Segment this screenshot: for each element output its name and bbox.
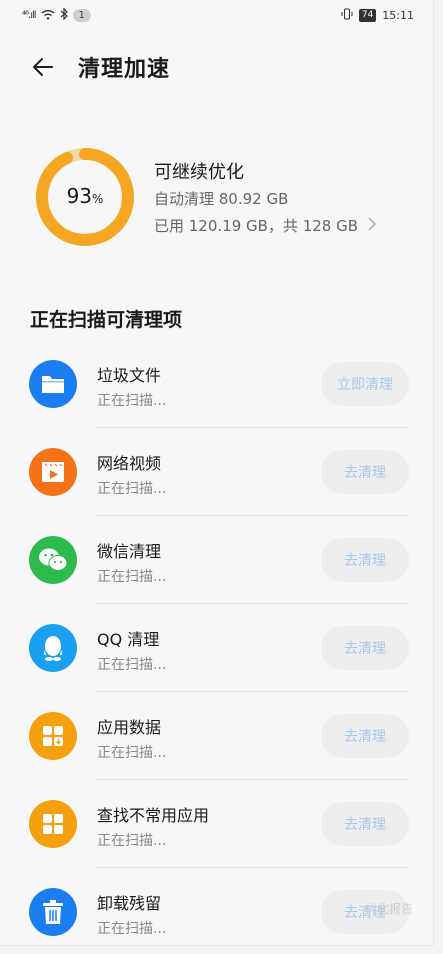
list-item[interactable]: 网络视频正在扫描... 去清理: [0, 428, 434, 516]
clean-button[interactable]: 去清理: [321, 802, 409, 846]
trash-icon: [29, 888, 77, 936]
storage-summary: 93% 可继续优化 自动清理 80.92 GB 已用 120.19 GB，共 1…: [0, 140, 434, 250]
clean-button[interactable]: 立即清理: [321, 362, 409, 406]
item-title: 垃圾文件: [97, 366, 162, 385]
apps-grid-icon: [29, 800, 77, 848]
signal-icon: ⁴⁶.ıll: [22, 10, 36, 21]
notification-badge: 1: [72, 9, 91, 22]
item-title: 应用数据: [97, 718, 162, 737]
storage-usage-link[interactable]: 已用 120.19 GB，共 128 GB: [154, 215, 377, 236]
wifi-icon: [41, 9, 55, 23]
status-right: 74 15:11: [341, 8, 414, 23]
app-header: 清理加速: [0, 40, 434, 96]
list-item[interactable]: 查找不常用应用 正在扫描... 去清理: [0, 780, 434, 868]
storage-usage-text: 已用 120.19 GB，共 128 GB: [154, 217, 359, 235]
clean-button[interactable]: 去清理: [321, 450, 409, 494]
item-status: 正在扫描...: [97, 745, 167, 761]
clean-button[interactable]: 去清理: [321, 714, 409, 758]
back-arrow-icon[interactable]: [28, 52, 58, 82]
vibrate-icon: [341, 8, 353, 23]
item-title: 微信清理: [97, 542, 162, 561]
item-title: 网络视频: [97, 454, 162, 473]
qq-icon: [29, 624, 77, 672]
item-title: 卸载残留: [97, 894, 162, 913]
summary-headline: 可继续优化: [154, 162, 244, 183]
item-status: 正在扫描...: [97, 921, 167, 937]
list-item[interactable]: 微信清理正在扫描... 去清理: [0, 516, 434, 604]
watermark: 优化报告: [364, 902, 413, 916]
status-bar: ⁴⁶.ıll 1 74 15:11: [0, 0, 434, 32]
clean-button[interactable]: 去清理: [321, 626, 409, 670]
battery-icon: 74: [358, 9, 377, 22]
status-left: ⁴⁶.ıll 1: [22, 7, 91, 23]
list-item[interactable]: QQ 清理正在扫描... 去清理: [0, 604, 434, 692]
item-status: 正在扫描...: [97, 833, 167, 849]
list-item[interactable]: 应用数据正在扫描... 去清理: [0, 692, 434, 780]
ring-percent-value: 93: [66, 184, 93, 208]
bluetooth-icon: [60, 7, 68, 23]
clock: 15:11: [382, 9, 414, 22]
list-item[interactable]: 垃圾文件正在扫描... 立即清理: [0, 340, 434, 428]
item-title: QQ 清理: [97, 630, 160, 649]
ring-percent: 93%: [34, 184, 136, 208]
video-icon: [29, 448, 77, 496]
app-data-icon: [29, 712, 77, 760]
app-frame: ⁴⁶.ıll 1 74 15:11 清理加速 93% 可继续优化 自动清理 80…: [0, 0, 434, 946]
folder-icon: [29, 360, 77, 408]
ring-percent-sign: %: [92, 192, 104, 206]
item-title: 查找不常用应用: [97, 806, 210, 825]
wechat-icon: [29, 536, 77, 584]
item-status: 正在扫描...: [97, 393, 167, 409]
item-status: 正在扫描...: [97, 569, 167, 585]
page-title: 清理加速: [78, 57, 171, 82]
item-status: 正在扫描...: [97, 657, 167, 673]
section-title: 正在扫描可清理项: [30, 309, 183, 331]
chevron-right-icon: [362, 217, 377, 235]
clean-button[interactable]: 去清理: [321, 538, 409, 582]
auto-clean-text: 自动清理 80.92 GB: [154, 190, 289, 208]
item-status: 正在扫描...: [97, 481, 167, 497]
